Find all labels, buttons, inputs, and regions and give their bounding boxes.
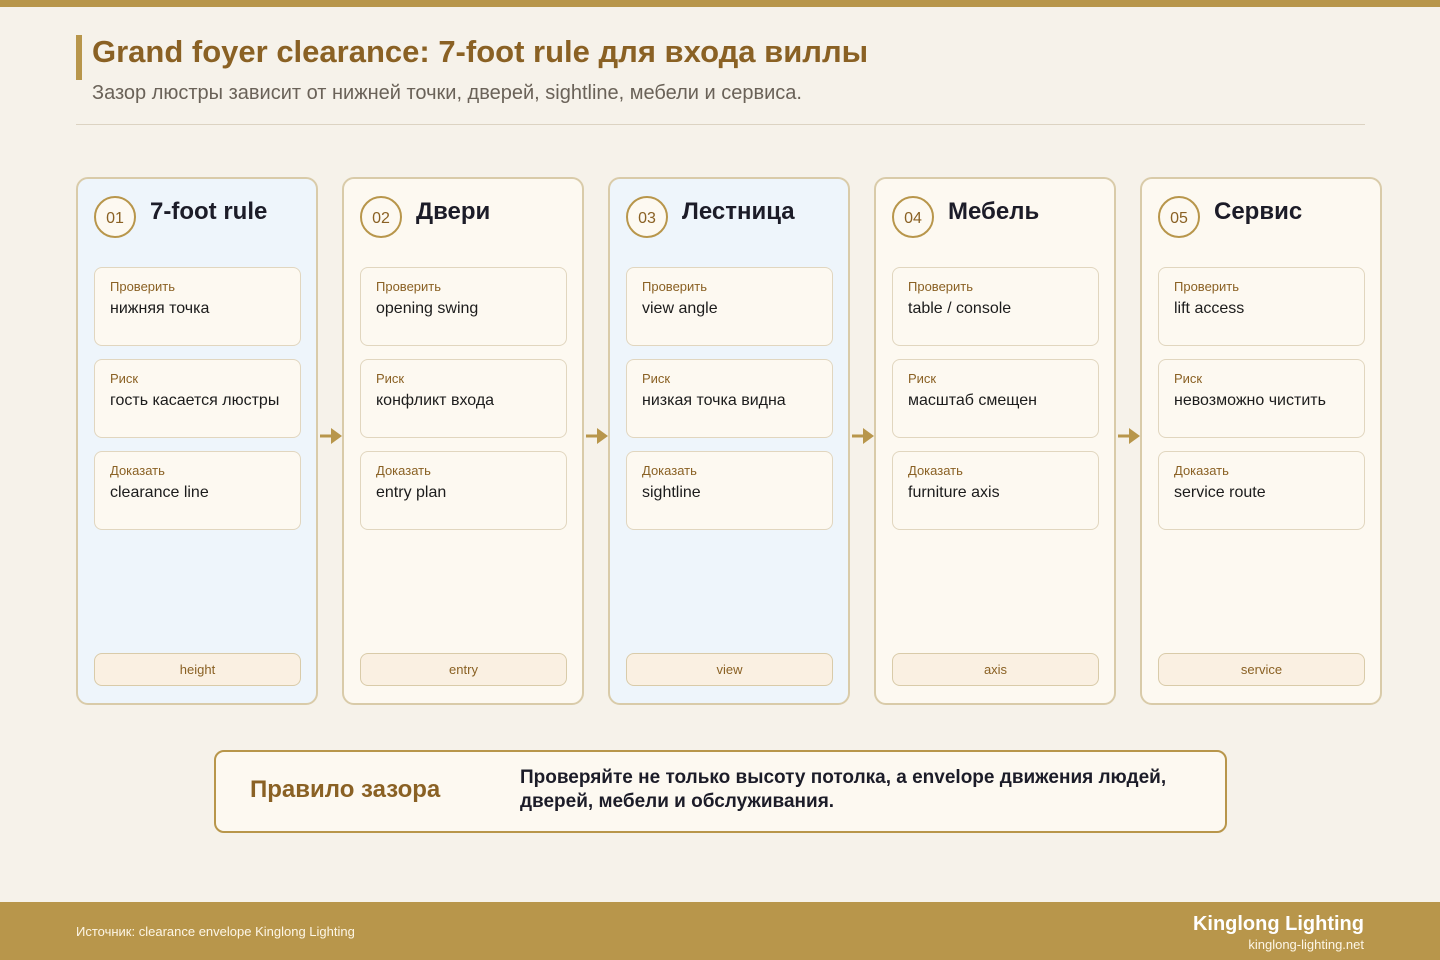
footer: Источник: clearance envelope Kinglong Li… [0,902,1440,960]
risk-box: Риск конфликт входа [360,359,567,438]
check-box: Проверить table / console [892,267,1099,346]
page-subtitle: Зазор люстры зависит от нижней точки, дв… [92,82,802,104]
risk-box: Риск низкая точка видна [626,359,833,438]
risk-label: Риск [1174,371,1203,386]
step-title: Двери [416,198,491,225]
step-title: Лестница [682,198,795,225]
header-divider [76,124,1365,125]
step-card-4: 04 Мебель Проверить table / console Риск… [874,177,1116,705]
prove-value: sightline [642,484,701,501]
prove-label: Доказать [376,463,431,478]
check-box: Проверить opening swing [360,267,567,346]
prove-label: Доказать [1174,463,1229,478]
step-title: Мебель [948,198,1040,225]
step-tag: view [626,653,833,686]
step-card-1: 01 7-foot rule Проверить нижняя точка Ри… [76,177,318,705]
step-number-badge: 05 [1158,196,1200,238]
prove-value: entry plan [376,484,447,501]
step-title: 7-foot rule [150,198,268,225]
step-tag: service [1158,653,1365,686]
risk-value: гость касается люстры [110,392,280,409]
step-card-2: 02 Двери Проверить opening swing Риск ко… [342,177,584,705]
flow-arrow-icon [852,428,874,444]
step-number-badge: 01 [94,196,136,238]
risk-value: невозможно чистить [1174,392,1326,409]
check-label: Проверить [376,279,442,294]
check-value: view angle [642,300,718,317]
risk-box: Риск гость касается люстры [94,359,301,438]
check-label: Проверить [1174,279,1240,294]
step-tag: entry [360,653,567,686]
footer-url: kinglong-lighting.net [1248,937,1364,952]
risk-value: низкая точка видна [642,392,786,409]
top-accent-bar [0,0,1440,7]
risk-label: Риск [376,371,405,386]
step-number-badge: 02 [360,196,402,238]
rule-box: Правило зазора Проверяйте не только высо… [214,750,1227,833]
page-title: Grand foyer clearance: 7-foot rule для в… [92,34,869,69]
prove-label: Доказать [110,463,165,478]
risk-box: Риск невозможно чистить [1158,359,1365,438]
step-number-badge: 03 [626,196,668,238]
check-value: lift access [1174,300,1245,317]
check-label: Проверить [110,279,176,294]
flow-arrow-icon [586,428,608,444]
footer-brand: Kinglong Lighting [1192,913,1364,935]
check-value: нижняя точка [110,300,210,317]
check-box: Проверить lift access [1158,267,1365,346]
prove-value: furniture axis [908,484,1000,501]
rule-text: Проверяйте не только высоту потолка, а e… [520,767,1167,812]
risk-label: Риск [642,371,671,386]
step-tag: height [94,653,301,686]
check-box: Проверить view angle [626,267,833,346]
prove-box: Доказать sightline [626,451,833,530]
check-value: table / console [908,300,1012,317]
prove-box: Доказать entry plan [360,451,567,530]
step-card-5: 05 Сервис Проверить lift access Риск нев… [1140,177,1382,705]
risk-box: Риск масштаб смещен [892,359,1099,438]
risk-value: конфликт входа [376,392,495,409]
step-title: Сервис [1214,198,1303,225]
prove-label: Доказать [642,463,697,478]
rule-title: Правило зазора [250,776,441,803]
footer-source: Источник: clearance envelope Kinglong Li… [76,924,355,939]
check-value: opening swing [376,300,479,317]
risk-label: Риск [908,371,937,386]
page: Grand foyer clearance: 7-foot rule для в… [0,0,1440,960]
prove-box: Доказать service route [1158,451,1365,530]
prove-label: Доказать [908,463,963,478]
step-tag: axis [892,653,1099,686]
check-label: Проверить [642,279,708,294]
check-label: Проверить [908,279,974,294]
check-box: Проверить нижняя точка [94,267,301,346]
step-card-3: 03 Лестница Проверить view angle Риск ни… [608,177,850,705]
risk-label: Риск [110,371,139,386]
flow-arrow-icon [320,428,342,444]
prove-value: service route [1174,484,1266,501]
title-accent-bar [76,35,82,80]
flow-arrow-icon [1118,428,1140,444]
prove-value: clearance line [110,484,209,501]
step-number-badge: 04 [892,196,934,238]
risk-value: масштаб смещен [908,392,1038,409]
prove-box: Доказать furniture axis [892,451,1099,530]
prove-box: Доказать clearance line [94,451,301,530]
